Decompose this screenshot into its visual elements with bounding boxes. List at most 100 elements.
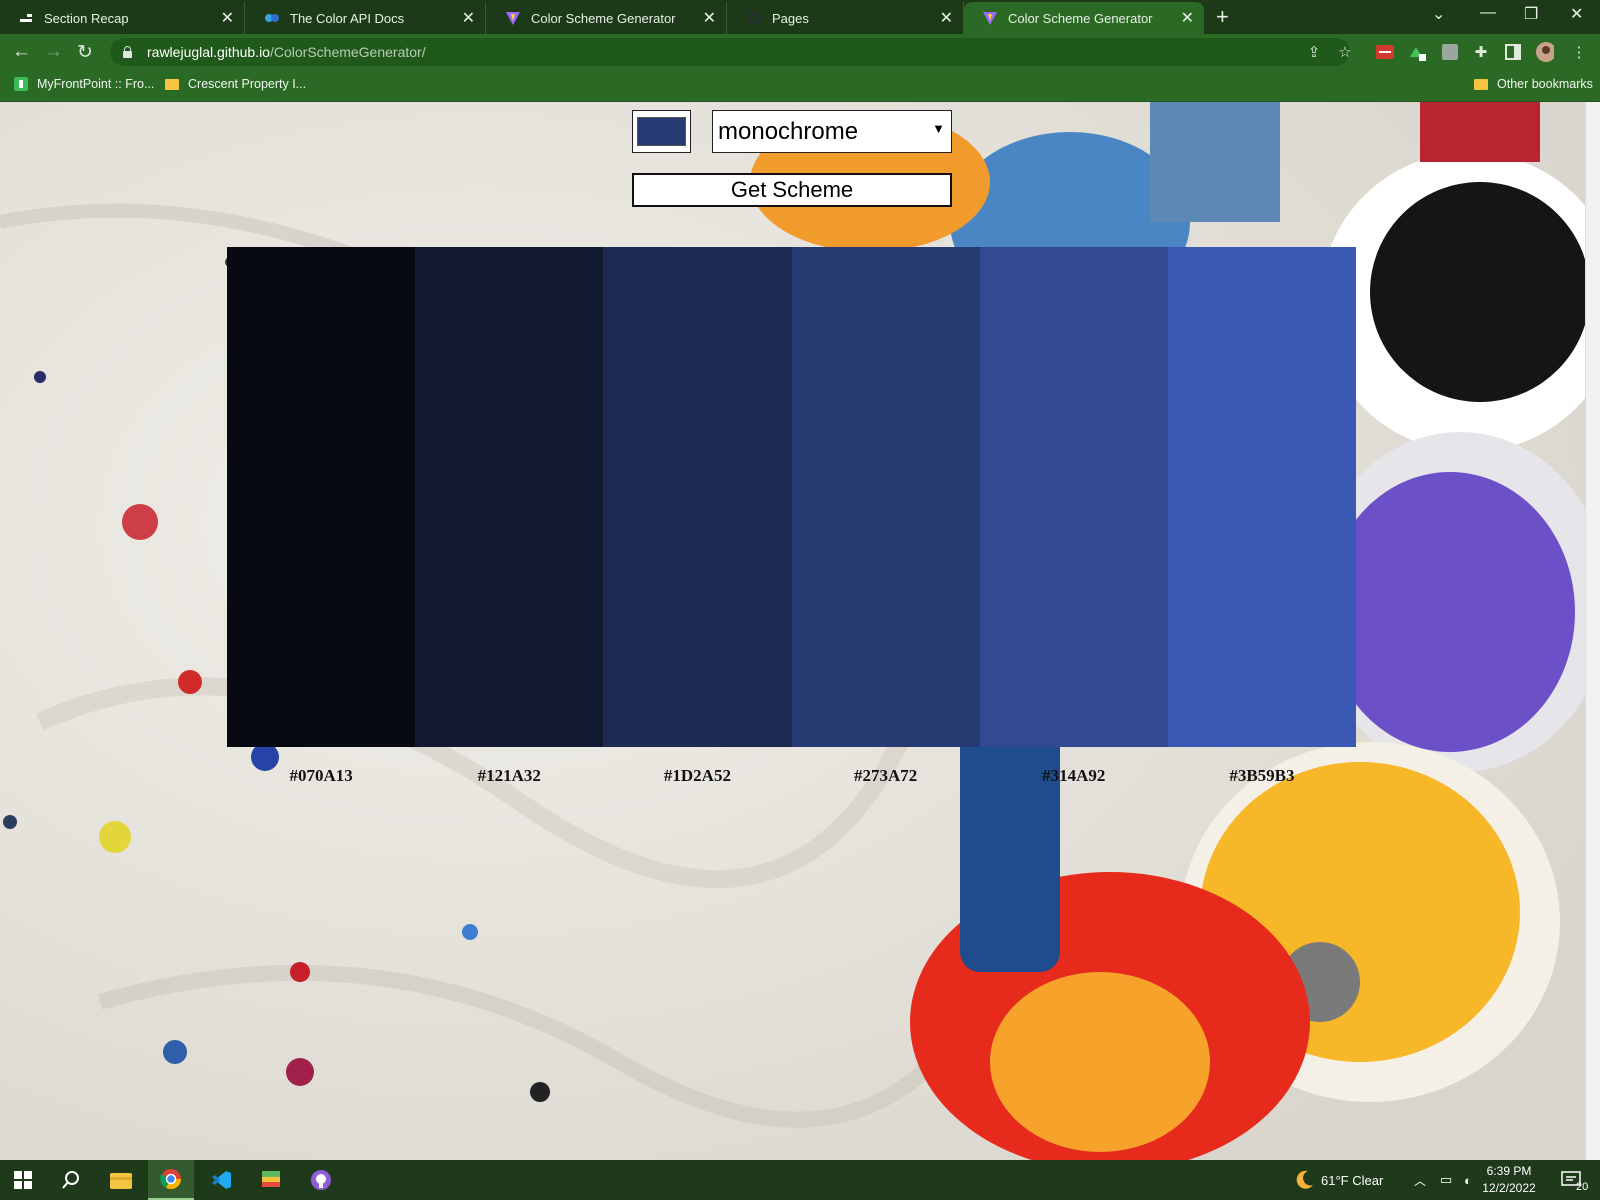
vite-icon xyxy=(982,10,998,26)
hex-label[interactable]: #121A32 xyxy=(415,766,603,786)
tab-search-icon[interactable]: ⌄ xyxy=(1432,4,1445,24)
tab-color-scheme-generator-active[interactable]: Color Scheme Generator ✕ xyxy=(964,2,1204,34)
tab-color-scheme-generator[interactable]: Color Scheme Generator ✕ xyxy=(487,2,727,34)
bookmark-crescent-property[interactable]: Crescent Property I... xyxy=(165,77,306,91)
browser-toolbar: ← → ↻ rawlejuglal.github.io/ColorSchemeG… xyxy=(0,34,1600,70)
show-hidden-icons-icon[interactable]: ︿ xyxy=(1414,1160,1426,1200)
hex-label[interactable]: #3B59B3 xyxy=(1168,766,1356,786)
folder-icon xyxy=(165,77,179,91)
folder-icon xyxy=(1474,77,1488,91)
bookmark-label: MyFrontPoint :: Fro... xyxy=(37,77,155,91)
other-bookmarks-label: Other bookmarks xyxy=(1497,77,1593,91)
new-tab-icon[interactable]: + xyxy=(1216,6,1229,28)
color-column[interactable] xyxy=(791,247,980,747)
address-bar[interactable]: rawlejuglal.github.io/ColorSchemeGenerat… xyxy=(110,38,1350,66)
search-icon xyxy=(62,1171,79,1189)
chrome-icon xyxy=(160,1169,182,1190)
close-tab-icon[interactable]: ✕ xyxy=(940,8,953,28)
hex-label[interactable]: #1D2A52 xyxy=(603,766,791,786)
menu-kebab-icon[interactable]: ⋮ xyxy=(1570,43,1588,61)
colorapi-icon xyxy=(264,10,280,26)
close-tab-icon[interactable]: ✕ xyxy=(703,8,716,28)
close-window-icon[interactable]: ✕ xyxy=(1570,4,1583,24)
forward-icon[interactable]: → xyxy=(44,41,63,63)
extension-gray-icon[interactable] xyxy=(1441,43,1459,61)
color-scheme-display xyxy=(227,247,1357,747)
tab-title: The Color API Docs xyxy=(290,10,405,26)
network-icon[interactable]: ▭ xyxy=(1440,1160,1452,1200)
page-scrollbar[interactable] xyxy=(1585,102,1600,1160)
extension-green-icon[interactable] xyxy=(1408,43,1426,61)
close-tab-icon[interactable]: ✕ xyxy=(462,8,475,28)
bluestacks-icon xyxy=(262,1171,280,1187)
tab-strip: Section Recap ✕ The Color API Docs ✕ Col… xyxy=(0,0,1600,34)
seed-color-swatch xyxy=(637,117,686,146)
github-icon xyxy=(746,10,762,26)
vscode-icon xyxy=(212,1171,231,1189)
tab-title: Section Recap xyxy=(44,10,129,26)
scheme-mode-value: monochrome xyxy=(718,117,859,145)
clock-time: 6:39 PM xyxy=(1486,1164,1532,1178)
restore-icon[interactable]: ❐ xyxy=(1524,4,1538,24)
profile-avatar[interactable] xyxy=(1536,42,1554,62)
tab-title: Color Scheme Generator xyxy=(531,10,676,26)
vscode-taskbar-button[interactable] xyxy=(198,1160,244,1200)
vite-icon xyxy=(505,10,521,26)
bluestacks-taskbar-button[interactable] xyxy=(248,1160,294,1200)
scrimba-icon xyxy=(18,10,34,26)
color-column[interactable] xyxy=(415,247,604,747)
close-tab-icon[interactable]: ✕ xyxy=(221,8,234,28)
lock-icon xyxy=(122,46,133,58)
url-path: /ColorSchemeGenerator/ xyxy=(269,44,426,60)
scheme-mode-select[interactable]: monochrome ▼ xyxy=(712,110,952,153)
side-panel-icon[interactable] xyxy=(1504,43,1522,61)
tab-section-recap[interactable]: Section Recap ✕ xyxy=(0,2,245,34)
bookmarks-bar: MyFrontPoint :: Fro... Crescent Property… xyxy=(0,70,1600,102)
tab-pages[interactable]: Pages ✕ xyxy=(728,2,964,34)
windows-logo-icon xyxy=(14,1171,32,1189)
reload-icon[interactable]: ↻ xyxy=(77,41,93,64)
color-column[interactable] xyxy=(1167,247,1357,747)
search-taskbar-button[interactable] xyxy=(48,1160,94,1200)
weather-widget[interactable]: 61°F Clear xyxy=(1293,1160,1383,1200)
bookmark-star-icon[interactable]: ☆ xyxy=(1336,43,1354,61)
other-bookmarks[interactable]: Other bookmarks xyxy=(1474,77,1593,91)
close-tab-icon[interactable]: ✕ xyxy=(1181,8,1194,28)
hex-label[interactable]: #314A92 xyxy=(980,766,1168,786)
file-explorer-taskbar-button[interactable] xyxy=(98,1160,144,1200)
volume-icon[interactable]: ◐ xyxy=(1464,1160,1472,1200)
extensions-puzzle-icon[interactable]: ✚ xyxy=(1472,43,1490,61)
system-clock[interactable]: 6:39 PM 12/2/2022 xyxy=(1474,1163,1544,1197)
back-icon[interactable]: ← xyxy=(12,41,31,63)
weather-text: 61°F Clear xyxy=(1321,1172,1384,1188)
chrome-taskbar-button[interactable] xyxy=(148,1160,194,1200)
hex-label[interactable]: #070A13 xyxy=(227,766,415,786)
get-scheme-button[interactable]: Get Scheme xyxy=(632,173,952,207)
windows-taskbar: 61°F Clear ︿ ▭ ◐ 6:39 PM 12/2/2022 20 xyxy=(0,1160,1600,1200)
tab-title: Color Scheme Generator xyxy=(1008,10,1153,26)
color-column[interactable] xyxy=(227,247,416,747)
start-button[interactable] xyxy=(0,1160,46,1200)
hex-label[interactable]: #273A72 xyxy=(792,766,980,786)
github-icon xyxy=(311,1170,331,1190)
moon-icon xyxy=(1296,1170,1313,1189)
hex-labels: #070A13 #121A32 #1D2A52 #273A72 #314A92 … xyxy=(227,766,1356,786)
tab-title: Pages xyxy=(772,10,809,26)
bookmark-favicon xyxy=(14,77,28,91)
extension-red-icon[interactable] xyxy=(1376,43,1394,61)
tab-color-api-docs[interactable]: The Color API Docs ✕ xyxy=(246,2,486,34)
clock-date: 12/2/2022 xyxy=(1482,1181,1536,1195)
chevron-down-icon: ▼ xyxy=(932,121,945,136)
share-icon[interactable]: ⇪ xyxy=(1305,43,1323,61)
github-desktop-taskbar-button[interactable] xyxy=(298,1160,344,1200)
bookmark-myfrontpoint[interactable]: MyFrontPoint :: Fro... xyxy=(14,77,154,91)
color-column[interactable] xyxy=(603,247,792,747)
seed-color-picker[interactable] xyxy=(632,110,691,153)
notification-count: 20 xyxy=(1576,1181,1589,1193)
minimize-icon[interactable]: — xyxy=(1480,4,1496,22)
color-column[interactable] xyxy=(979,247,1168,747)
url-host: rawlejuglal.github.io xyxy=(147,44,270,60)
bookmark-label: Crescent Property I... xyxy=(188,77,307,91)
folder-icon xyxy=(110,1173,132,1189)
notification-center[interactable]: 20 xyxy=(1560,1160,1588,1200)
